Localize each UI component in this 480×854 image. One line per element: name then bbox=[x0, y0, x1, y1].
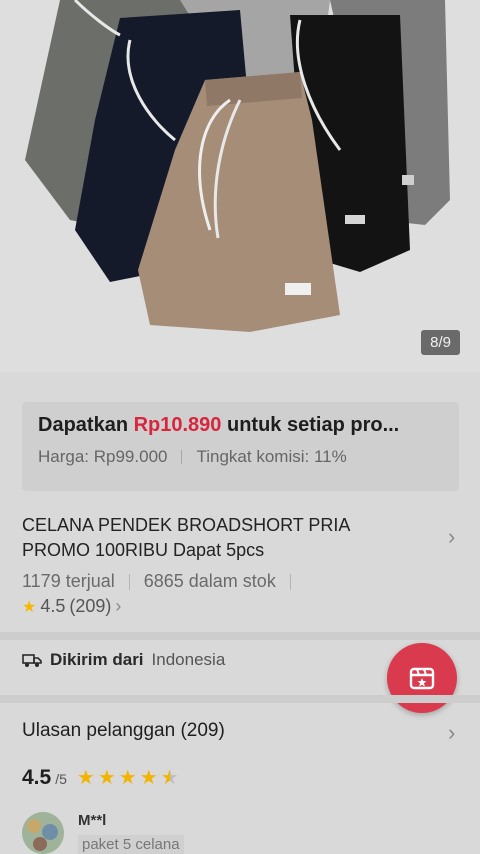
star-icon: ★ bbox=[139, 767, 158, 789]
score-value: 4.5 bbox=[22, 766, 52, 789]
shipping-label: Dikirim dari bbox=[50, 650, 144, 669]
reviews-title[interactable]: Ulasan pelanggan (209) bbox=[22, 720, 225, 742]
chevron-right-icon[interactable]: › bbox=[448, 720, 455, 746]
promo-amount: Rp10.890 bbox=[133, 414, 222, 436]
commission-headline: Dapatkan Rp10.890 untuk setiap pro... bbox=[38, 414, 443, 437]
rating-count: (209) bbox=[69, 596, 112, 616]
star-icon: ★ bbox=[76, 767, 95, 789]
review-item: M**l paket 5 celana bbox=[22, 812, 184, 854]
image-counter: 8/9 bbox=[421, 330, 460, 355]
divider bbox=[181, 450, 183, 464]
star-icon: ★ bbox=[97, 767, 116, 789]
chevron-right-icon: › bbox=[115, 596, 122, 616]
shipping-location: Indonesia bbox=[151, 650, 226, 669]
review-score: 4.5 /5 ★ ★ ★ ★ ★ bbox=[22, 765, 179, 790]
sold-count: 1179 terjual bbox=[22, 571, 115, 591]
star-rating: ★ ★ ★ ★ ★ bbox=[77, 765, 179, 790]
reviewer-variant: paket 5 celana bbox=[78, 835, 184, 854]
promo-suffix: untuk setiap pro... bbox=[227, 414, 400, 436]
avatar bbox=[22, 812, 64, 854]
promo-prefix: Dapatkan bbox=[38, 414, 129, 436]
product-image[interactable]: 8/9 bbox=[0, 0, 480, 372]
shorts-photo bbox=[25, 0, 450, 332]
product-title-line1: CELANA PENDEK BROADSHORT PRIA bbox=[22, 515, 351, 535]
truck-icon bbox=[22, 654, 42, 667]
product-title[interactable]: CELANA PENDEK BROADSHORT PRIA PROMO 100R… bbox=[22, 513, 422, 563]
stock-count: 6865 dalam stok bbox=[143, 571, 276, 591]
score-max: /5 bbox=[55, 771, 67, 787]
price-label: Harga: Rp99.000 bbox=[38, 447, 168, 466]
rating-value: 4.5 bbox=[40, 596, 66, 616]
commission-rate: Tingkat komisi: 11% bbox=[196, 447, 347, 466]
reviewer-name: M**l bbox=[78, 812, 107, 829]
calendar-star-icon bbox=[409, 667, 435, 690]
divider bbox=[289, 573, 291, 590]
avatar-image bbox=[22, 812, 64, 854]
chevron-right-icon[interactable]: › bbox=[448, 524, 455, 550]
section-divider bbox=[0, 632, 480, 640]
star-icon: ★ bbox=[22, 598, 37, 616]
shipping-origin: Dikirim dari Indonesia bbox=[22, 650, 225, 670]
half-star-icon: ★ bbox=[160, 767, 179, 789]
product-rating[interactable]: ★ 4.5 (209) › bbox=[22, 596, 121, 617]
divider bbox=[128, 573, 130, 590]
section-divider bbox=[0, 695, 480, 703]
product-title-line2: PROMO 100RIBU Dapat 5pcs bbox=[22, 540, 265, 560]
commission-card[interactable]: Dapatkan Rp10.890 untuk setiap pro... Ha… bbox=[22, 402, 459, 491]
commission-meta: Harga: Rp99.000 Tingkat komisi: 11% bbox=[38, 447, 443, 467]
product-stats: 1179 terjual 6865 dalam stok bbox=[22, 571, 305, 592]
star-icon: ★ bbox=[118, 767, 137, 789]
